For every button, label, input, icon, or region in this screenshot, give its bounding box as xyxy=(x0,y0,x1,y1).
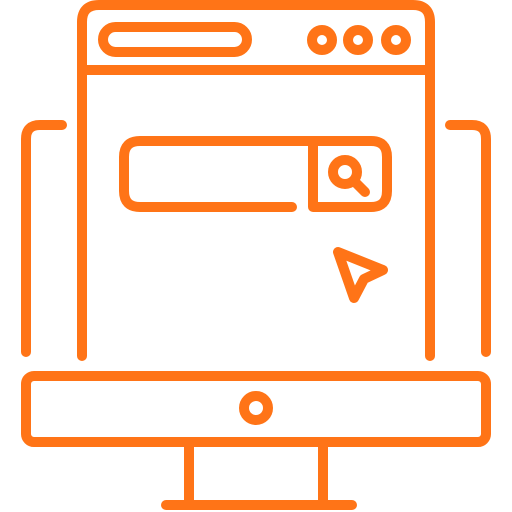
power-button-icon xyxy=(239,391,273,425)
web-search-on-monitor-icon xyxy=(21,0,491,510)
browser-window-icon xyxy=(77,0,435,361)
browser-window-frame xyxy=(77,0,435,361)
monitor-stand xyxy=(184,440,328,508)
search-magnifier-icon xyxy=(328,155,370,197)
monitor-bezel xyxy=(21,371,491,447)
search-field-icon xyxy=(119,136,392,212)
magnifier-handle xyxy=(349,176,370,197)
address-bar-icon xyxy=(98,22,252,57)
monitor-right-bracket xyxy=(445,120,491,357)
window-dot-3 xyxy=(381,25,411,55)
monitor-side-frame xyxy=(21,120,491,357)
mouse-pointer-icon xyxy=(333,247,388,303)
icon-canvas xyxy=(0,0,512,512)
window-dot-2 xyxy=(343,25,373,55)
monitor-left-bracket xyxy=(21,120,67,357)
pointer-arrow xyxy=(333,247,388,303)
search-field-outline xyxy=(119,136,392,212)
window-dot-1 xyxy=(307,25,337,55)
monitor-icon xyxy=(21,371,491,510)
